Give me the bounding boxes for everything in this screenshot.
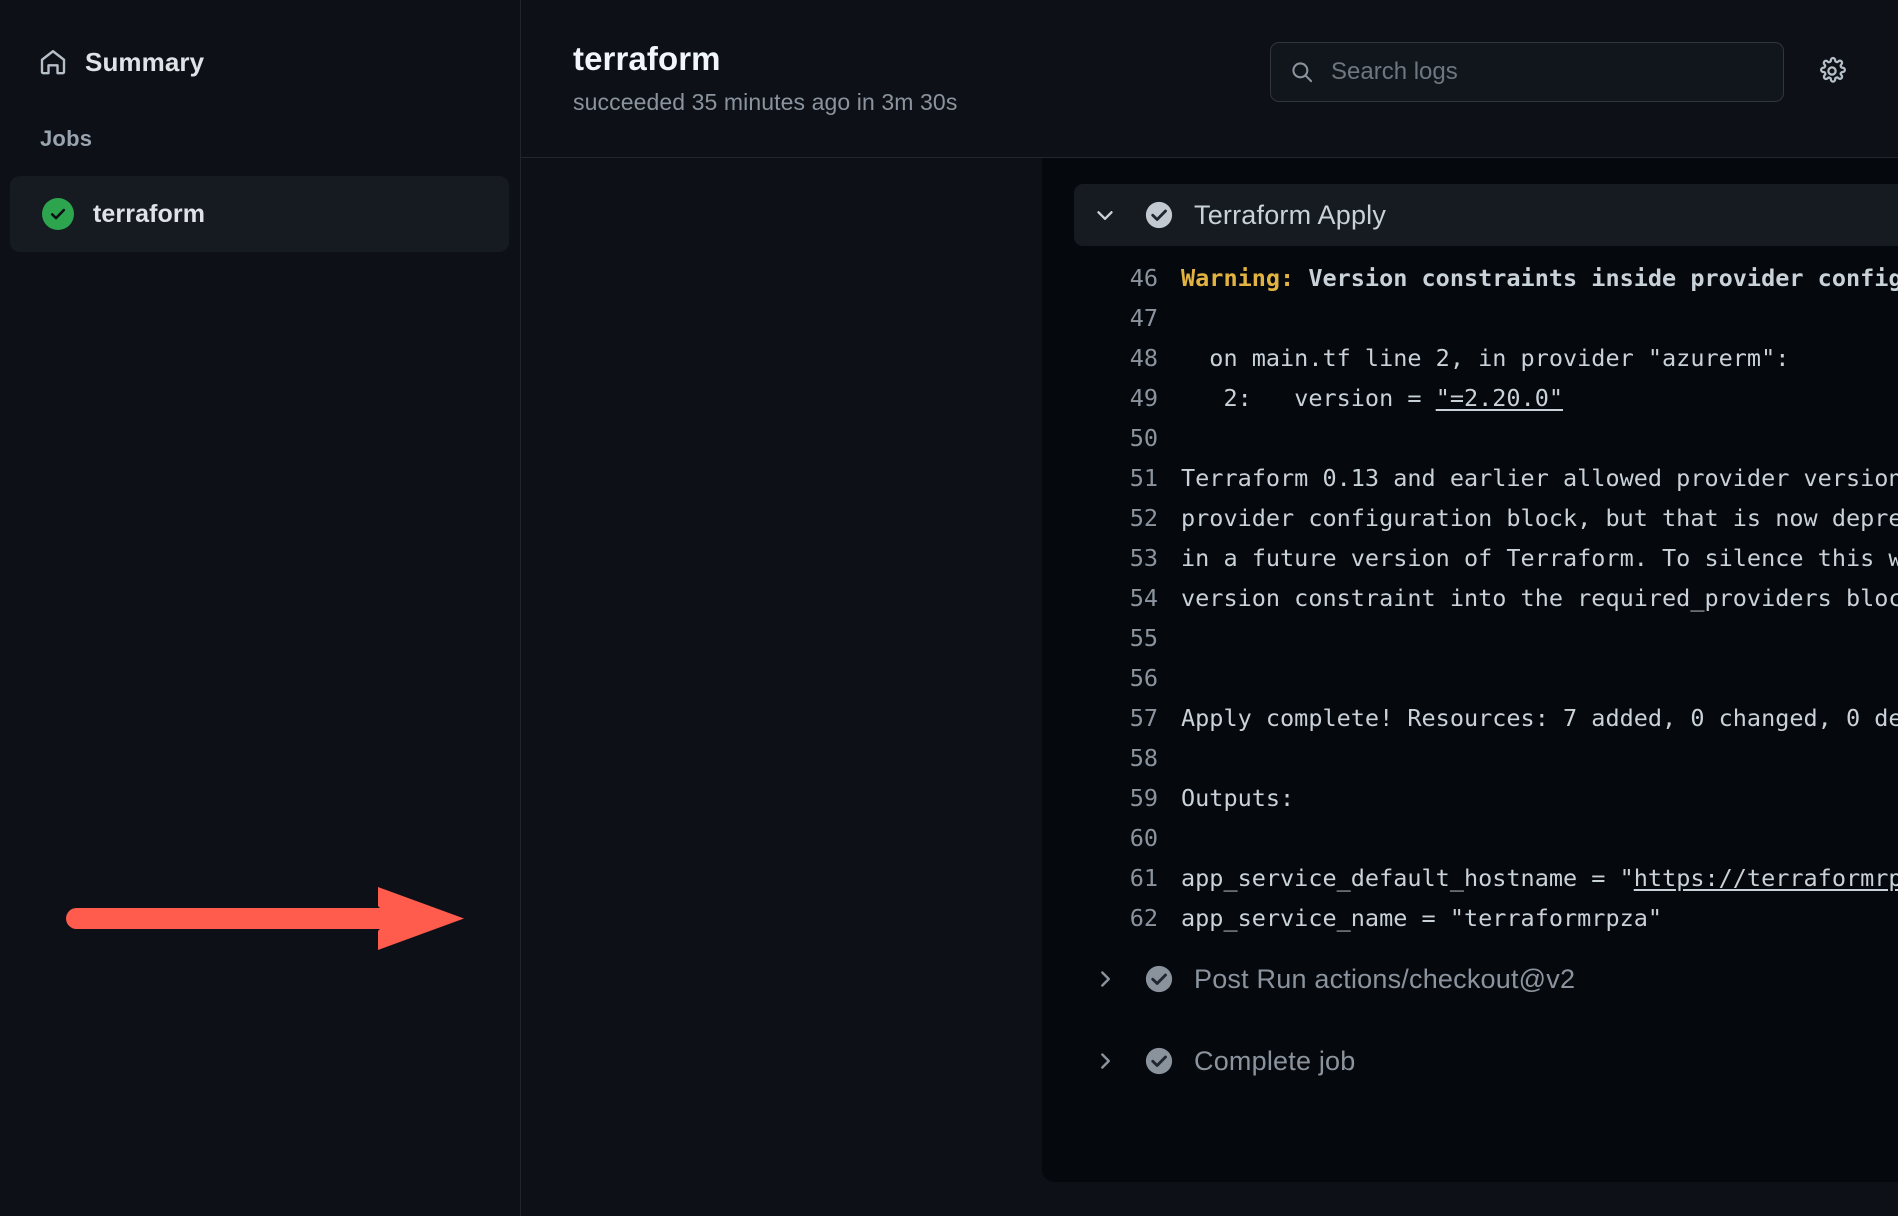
main-content: terraform succeeded 35 minutes ago in 3m… bbox=[521, 0, 1898, 1216]
log-line: 58 bbox=[1042, 738, 1898, 778]
log-line-content: Outputs: bbox=[1172, 778, 1898, 818]
log-line: 59Outputs: bbox=[1042, 778, 1898, 818]
search-icon bbox=[1289, 59, 1315, 85]
home-icon bbox=[38, 47, 68, 77]
annotation-arrow-icon bbox=[60, 878, 470, 958]
log-line: 51Terraform 0.13 and earlier allowed pro… bbox=[1042, 458, 1898, 498]
log-line: 55 bbox=[1042, 618, 1898, 658]
log-line-number: 46 bbox=[1042, 258, 1172, 298]
log-line-content: Apply complete! Resources: 7 added, 0 ch… bbox=[1172, 698, 1898, 738]
log-line: 47 bbox=[1042, 298, 1898, 338]
log-line-content: 2: version = "=2.20.0" bbox=[1172, 378, 1898, 418]
sidebar-jobs-heading: Jobs bbox=[40, 126, 521, 152]
collapsed-step-list: Post Run actions/checkout@v20sComplete j… bbox=[1042, 938, 1898, 1102]
log-line: 62app_service_name = "terraformrpza" bbox=[1042, 898, 1898, 938]
log-line: 53in a future version of Terraform. To s… bbox=[1042, 538, 1898, 578]
log-line-number: 49 bbox=[1042, 378, 1172, 418]
log-line-content: on main.tf line 2, in provider "azurerm"… bbox=[1172, 338, 1898, 378]
log-line: 56 bbox=[1042, 658, 1898, 698]
log-line-content: app_service_default_hostname = "https://… bbox=[1172, 858, 1898, 898]
log-step-name: Terraform Apply bbox=[1194, 200, 1898, 231]
settings-button[interactable] bbox=[1810, 50, 1854, 94]
search-input[interactable] bbox=[1331, 58, 1765, 86]
sidebar-item-job-label: terraform bbox=[93, 200, 205, 229]
sidebar: Summary Jobs terraform bbox=[0, 0, 521, 1216]
log-line-number: 48 bbox=[1042, 338, 1172, 378]
log-line-content: provider configuration block, but that i… bbox=[1172, 498, 1898, 538]
log-step-name: Complete job bbox=[1194, 1046, 1898, 1077]
log-line-number: 54 bbox=[1042, 578, 1172, 618]
chevron-right-icon[interactable] bbox=[1074, 1048, 1136, 1074]
log-line: 57Apply complete! Resources: 7 added, 0 … bbox=[1042, 698, 1898, 738]
header-tools bbox=[1270, 36, 1854, 102]
log-line: 46Warning: Version constraints inside pr… bbox=[1042, 258, 1898, 298]
log-line-number: 47 bbox=[1042, 298, 1172, 338]
log-panel: Terraform Apply 3m 15s 46Warning: Versio… bbox=[1042, 158, 1898, 1182]
log-line: 61app_service_default_hostname = "https:… bbox=[1042, 858, 1898, 898]
log-link[interactable]: https://terraformrpza.azurewebsites.net bbox=[1634, 864, 1898, 892]
log-step-name: Post Run actions/checkout@v2 bbox=[1194, 964, 1898, 995]
log-line-content: in a future version of Terraform. To sil… bbox=[1172, 538, 1898, 578]
log-line-number: 51 bbox=[1042, 458, 1172, 498]
search-logs-box[interactable] bbox=[1270, 42, 1784, 102]
log-line-content: Warning: Version constraints inside prov… bbox=[1172, 258, 1898, 298]
log-line-number: 57 bbox=[1042, 698, 1172, 738]
log-warning-label: Warning: bbox=[1181, 264, 1294, 292]
log-line-number: 62 bbox=[1042, 898, 1172, 938]
log-inner: Terraform Apply 3m 15s 46Warning: Versio… bbox=[1042, 158, 1898, 1182]
log-step-row[interactable]: Post Run actions/checkout@v20s bbox=[1074, 938, 1898, 1020]
check-circle-icon bbox=[1136, 200, 1182, 230]
log-step-header-terraform-apply[interactable]: Terraform Apply 3m 15s bbox=[1074, 184, 1898, 246]
log-line-content: version constraint into the required_pro… bbox=[1172, 578, 1898, 618]
log-line-content: app_service_name = "terraformrpza" bbox=[1172, 898, 1898, 938]
chevron-right-icon[interactable] bbox=[1074, 966, 1136, 992]
log-line-number: 50 bbox=[1042, 418, 1172, 458]
sidebar-item-summary-label: Summary bbox=[85, 47, 204, 78]
job-header: terraform succeeded 35 minutes ago in 3m… bbox=[521, 0, 1898, 158]
log-line: 49 2: version = "=2.20.0" bbox=[1042, 378, 1898, 418]
log-line-number: 58 bbox=[1042, 738, 1172, 778]
page-title: terraform bbox=[573, 40, 1270, 78]
sidebar-item-summary[interactable]: Summary bbox=[0, 36, 521, 88]
log-line-number: 61 bbox=[1042, 858, 1172, 898]
chevron-down-icon[interactable] bbox=[1074, 202, 1136, 228]
log-line: 50 bbox=[1042, 418, 1898, 458]
workflow-run-page: Summary Jobs terraform terraf bbox=[0, 0, 1898, 1216]
log-line-number: 59 bbox=[1042, 778, 1172, 818]
log-line-number: 56 bbox=[1042, 658, 1172, 698]
log-line-number: 55 bbox=[1042, 618, 1172, 658]
log-underlined-token: "=2.20.0" bbox=[1436, 384, 1563, 412]
log-line-number: 60 bbox=[1042, 818, 1172, 858]
log-line-number: 53 bbox=[1042, 538, 1172, 578]
log-line-content: Terraform 0.13 and earlier allowed provi… bbox=[1172, 458, 1898, 498]
log-line: 52provider configuration block, but that… bbox=[1042, 498, 1898, 538]
gear-icon bbox=[1817, 56, 1847, 89]
job-status-subtitle: succeeded 35 minutes ago in 3m 30s bbox=[573, 89, 1270, 116]
log-line: 60 bbox=[1042, 818, 1898, 858]
check-circle-icon bbox=[1136, 964, 1182, 994]
log-line-list: 46Warning: Version constraints inside pr… bbox=[1042, 258, 1898, 938]
log-line: 54version constraint into the required_p… bbox=[1042, 578, 1898, 618]
sidebar-item-job-terraform[interactable]: terraform bbox=[10, 176, 509, 252]
log-line: 48 on main.tf line 2, in provider "azure… bbox=[1042, 338, 1898, 378]
job-title-block: terraform succeeded 35 minutes ago in 3m… bbox=[573, 36, 1270, 116]
check-circle-icon bbox=[42, 198, 74, 230]
check-circle-icon bbox=[1136, 1046, 1182, 1076]
log-step-row[interactable]: Complete job0s bbox=[1074, 1020, 1898, 1102]
log-line-number: 52 bbox=[1042, 498, 1172, 538]
